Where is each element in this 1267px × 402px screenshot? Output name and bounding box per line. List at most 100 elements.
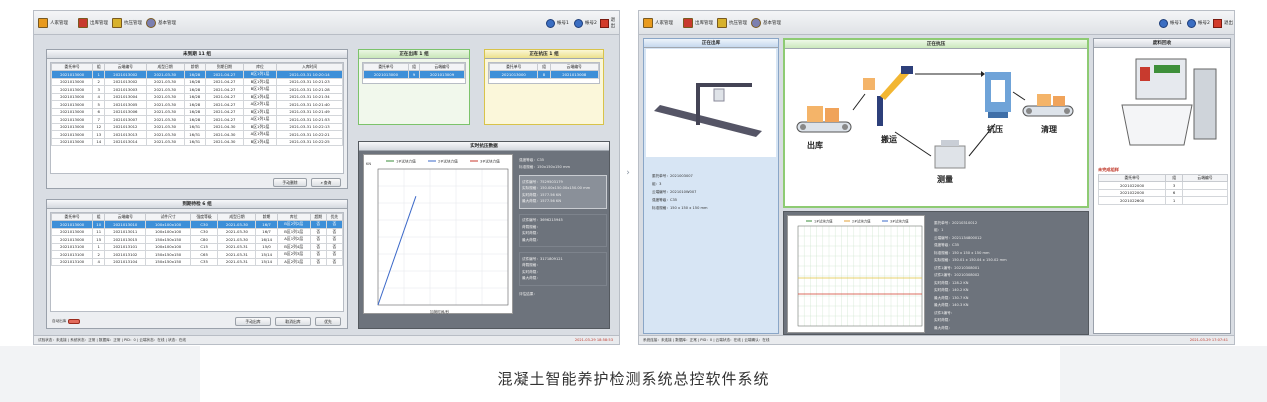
table-cell: 1 [1165, 196, 1183, 205]
account1-button[interactable]: 帐号1 [1159, 18, 1182, 28]
table-cell: 2021-03-30 [145, 77, 185, 86]
table-row[interactable]: 2021022000 3 [1097, 181, 1228, 190]
column-header[interactable]: 组 [537, 63, 551, 71]
manual-delete-button[interactable]: 手动删除 [273, 178, 307, 187]
toolbar-btn-basic[interactable]: 基本管理 [146, 17, 176, 29]
table-row[interactable]: 2021013000 12 2021013012 2021-03-30 16/31 202… [51, 122, 343, 131]
column-header[interactable]: 龄期 [183, 63, 206, 71]
column-header[interactable]: 委托单号 [1097, 174, 1167, 182]
pressing-panel: 正在抗压 1 组 委托单号组云端编号 2021013000 8 2021013008 [484, 49, 604, 125]
outbound-table[interactable]: 委托单号组云端编号 2021013000 9 2021013009 [362, 62, 466, 84]
column-header[interactable]: 入库时间 [276, 63, 343, 71]
table-row[interactable]: 2021013100 4 2021013104 150x150x150 C35 2021-… [51, 257, 343, 266]
query-button[interactable]: ⌕ 查询 [311, 178, 341, 187]
toolbar-btn-press[interactable]: 抗压管理 [717, 17, 747, 29]
table-row[interactable]: 2021013000 15 2021013015 150x150x150 C80 2021… [51, 235, 343, 244]
press-data-title: 实时抗压数据 [359, 142, 609, 151]
specimen-block: 试件编号：3171809121 荷载规格： 实时荷载： 最大荷载： [519, 252, 607, 286]
right-press-info: 委托单号：20210310012 组：1 云端编号：2021134800012 强度等… [934, 218, 1086, 333]
cancel-outbound-button[interactable]: 取消出库 [275, 317, 311, 326]
table-row[interactable]: 2021013000 1 2021013002 2021-03-30 16/28 2021… [51, 70, 343, 79]
column-header[interactable]: 委托单号 [51, 213, 94, 221]
table-row[interactable]: 2021013000 11 2021013011 100x100x100 C30 2021… [51, 227, 343, 236]
column-header[interactable]: 云端编号 [104, 213, 147, 221]
column-header[interactable]: 组 [1165, 174, 1183, 182]
table-row[interactable]: 2021013100 2 2021013102 150x150x150 C65 2021-… [51, 250, 343, 259]
column-header[interactable]: 组 [92, 213, 106, 221]
right-press-chart-svg: 1#试块力值 2#试块力值 3#试块力值 [797, 218, 923, 327]
inventory-table[interactable]: 委托单号组云端编号 成型日期 龄期 到期日期 库位 入库时间 2021013000 1 2021… [50, 62, 344, 174]
manual-outbound-button[interactable]: 手动出库 [235, 317, 271, 326]
press-icon [112, 18, 122, 28]
table-cell: 10 [92, 220, 106, 229]
table-row[interactable]: 2021013000 14 2021013014 2021-03-30 16/31 202… [51, 137, 343, 146]
caption: 混凝土智能养护检测系统总控软件系统 [497, 370, 770, 388]
column-header[interactable]: 试件尺寸 [145, 213, 191, 221]
column-header[interactable]: 委托单号 [489, 63, 539, 71]
column-header[interactable]: 到期日期 [204, 63, 244, 71]
toolbar-btn-outbound[interactable]: 出库管理 [683, 17, 713, 29]
press-info-line: 实时荷载：140.2 KN [934, 288, 969, 292]
table-cell: A区2列1层 [242, 100, 278, 109]
table-row[interactable]: 2021013000 6 2021013006 2021-03-30 16/28 2021… [51, 107, 343, 116]
column-header[interactable]: 优先 [325, 213, 343, 221]
inventory-panel: 未到期 11 组 委托单号组云端编号 成型日期 龄期 到期日期 库位 入库时间 202101… [46, 49, 348, 189]
account2-button[interactable]: 帐号2 [574, 18, 597, 28]
table-row[interactable]: 2021013000 5 2021013005 2021-03-30 16/28 2021… [51, 100, 343, 109]
column-header[interactable]: 云端编号 [1182, 174, 1228, 182]
toolbar-btn-home[interactable]: 人家管理 [38, 17, 68, 29]
table-row[interactable]: 2021013000 2 2021013002 2021-03-30 16/28 2021… [51, 77, 343, 86]
specimen-info-line: 实时荷载： [522, 231, 540, 235]
press-info: 强度等级：C35 标准规格：150x150x150 mm 试件编号：752950… [519, 156, 607, 297]
column-header[interactable]: 超期 [309, 213, 327, 221]
column-header[interactable]: 成型日期 [217, 213, 257, 221]
priority-button[interactable]: 优先 [315, 317, 341, 326]
column-header[interactable]: 委托单号 [51, 63, 94, 71]
auto-outbound-toggle[interactable] [68, 319, 81, 324]
table-row[interactable]: 2021013100 1 2021013101 100x100x100 C15 2021-… [51, 242, 343, 251]
expired-table[interactable]: 委托单号组云端编号 试件尺寸 强度等级 成型日期 龄期 库位 超期 优先 2021013000 1… [50, 212, 344, 312]
column-header[interactable]: 成型日期 [145, 63, 185, 71]
expired-panel: 到期待检 6 组 委托单号组云端编号 试件尺寸 强度等级 成型日期 龄期 库位 超期 优先 20… [46, 199, 348, 329]
column-header[interactable]: 强度等级 [189, 213, 219, 221]
table-row[interactable]: 2021013000 4 2021013004 2021-03-30 16/28 2021… [51, 92, 343, 101]
table-cell: C35 [189, 257, 219, 266]
column-header[interactable]: 库位 [276, 213, 311, 221]
table-cell: C30 [189, 220, 219, 229]
column-header[interactable]: 委托单号 [363, 63, 409, 71]
table-row[interactable]: 2021022000 6 [1097, 188, 1228, 197]
table-cell: 2 [92, 77, 106, 86]
toolbar-btn-outbound[interactable]: 出库管理 [78, 17, 108, 29]
column-header[interactable]: 库位 [242, 63, 278, 71]
toolbar-btn-basic[interactable]: 基本管理 [751, 17, 781, 29]
table-row[interactable]: 2021013000 3 2021013003 2021-03-30 16/28 2021… [51, 85, 343, 94]
table-cell: 2021013100 [51, 257, 94, 266]
press-info-line: 实际规格：150.01 x 150.04 x 150.02 mm [934, 258, 1007, 262]
outbound-info-line: 云端编号：2021010W007 [652, 190, 697, 194]
account-icon [1159, 18, 1168, 28]
column-header[interactable]: 云端编号 [549, 63, 599, 71]
column-header[interactable]: 云端编号 [104, 63, 147, 71]
table-row[interactable]: 2021013000 7 2021013007 2021-03-30 16/28 2021… [51, 115, 343, 124]
table-row[interactable]: 2021013000 13 2021013013 2021-03-30 16/31 202… [51, 130, 343, 139]
table-row[interactable]: 2021022600 1 [1097, 196, 1228, 205]
specimen-info-line: 实际规格：150.00x150.00x150.00 mm [522, 186, 591, 190]
table-cell: 2021013000 [51, 130, 94, 139]
exit-button[interactable]: 退出 [600, 18, 619, 29]
table-cell: 2021013014 [104, 137, 147, 146]
toolbar-btn-home[interactable]: 人家管理 [643, 17, 673, 29]
column-header[interactable]: 组 [92, 63, 106, 71]
table-row[interactable]: 2021013000 10 2021013010 100x100x100 C30 2021… [51, 220, 343, 229]
pressing-table[interactable]: 委托单号组云端编号 2021013000 8 2021013008 [488, 62, 600, 84]
table-cell: 6 [92, 107, 106, 116]
column-header[interactable]: 组 [407, 63, 421, 71]
column-header[interactable]: 龄期 [255, 213, 278, 221]
account2-button[interactable]: 帐号2 [1187, 18, 1210, 28]
column-header[interactable]: 云端编号 [419, 63, 465, 71]
table-cell: 2021013010 [104, 220, 147, 229]
table-cell: 16/28 [183, 77, 206, 86]
exit-button[interactable]: 退出 [1213, 18, 1233, 28]
toolbar-btn-press[interactable]: 抗压管理 [112, 17, 142, 29]
table-cell: 2021013000 [51, 92, 94, 101]
account1-button[interactable]: 帐号1 [546, 18, 569, 28]
